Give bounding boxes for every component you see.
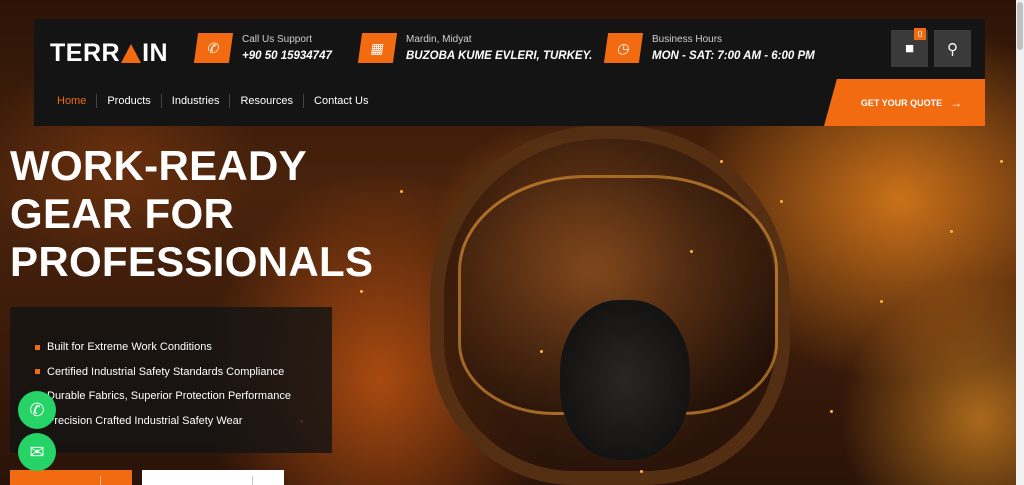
logo-text-right: IN bbox=[142, 39, 169, 67]
nav-item-home[interactable]: Home bbox=[57, 94, 96, 108]
whatsapp-float-button[interactable]: ✉ bbox=[18, 433, 56, 471]
location-info: ▦ Mardin, Midyat BUZOBA KUME EVLERI, TUR… bbox=[357, 33, 593, 63]
search-icon: ⚲ bbox=[947, 40, 958, 58]
hours-value: MON - SAT: 7:00 AM - 6:00 PM bbox=[652, 50, 815, 62]
quote-label: GET YOUR QUOTE bbox=[860, 97, 943, 108]
headline-line-2: GEAR FOR bbox=[10, 190, 235, 237]
main-nav: Home Products Industries Resources Conta… bbox=[57, 94, 378, 108]
location-label: Mardin, Midyat bbox=[406, 34, 472, 45]
hours-label: Business Hours bbox=[652, 34, 723, 45]
cta-divider bbox=[100, 476, 101, 485]
call-float-button[interactable]: ✆ bbox=[18, 391, 56, 429]
cart-count-badge: 0 bbox=[914, 28, 926, 40]
feature-text: Built for Extreme Work Conditions bbox=[47, 341, 212, 354]
feature-text: Certified Industrial Safety Standards Co… bbox=[47, 365, 285, 378]
bag-icon: ■ bbox=[904, 40, 915, 57]
logo[interactable]: TERR IN bbox=[50, 39, 168, 68]
phone-icon: ✆ bbox=[193, 33, 234, 63]
search-button[interactable]: ⚲ bbox=[934, 30, 971, 67]
hours-info: ◷ Business Hours MON - SAT: 7:00 AM - 6:… bbox=[603, 33, 815, 63]
primary-cta-button[interactable] bbox=[10, 470, 132, 485]
feature-item: Durable Fabrics, Superior Protection Per… bbox=[35, 384, 332, 409]
headline-line-1: WORK-READY bbox=[10, 142, 307, 189]
cta-divider bbox=[252, 476, 253, 485]
nav-item-contact[interactable]: Contact Us bbox=[303, 94, 378, 108]
nav-item-resources[interactable]: Resources bbox=[229, 94, 303, 108]
respirator-image bbox=[560, 300, 690, 460]
scrollbar-thumb[interactable] bbox=[1017, 2, 1023, 50]
get-quote-button[interactable]: GET YOUR QUOTE → bbox=[824, 79, 985, 126]
secondary-cta-button[interactable] bbox=[142, 470, 284, 485]
bullet-icon bbox=[35, 344, 40, 350]
scrollbar[interactable] bbox=[1016, 0, 1024, 485]
bullet-icon bbox=[35, 369, 40, 375]
hero-headline: WORK-READY GEAR FOR PROFESSIONALS bbox=[10, 142, 373, 286]
whatsapp-icon: ✉ bbox=[29, 441, 45, 462]
nav-item-products[interactable]: Products bbox=[96, 94, 160, 108]
feature-item: Certified Industrial Safety Standards Co… bbox=[35, 360, 332, 385]
feature-text: Durable Fabrics, Superior Protection Per… bbox=[47, 390, 291, 403]
arrow-right-icon: → bbox=[950, 95, 963, 110]
phone-icon: ✆ bbox=[29, 399, 45, 420]
logo-triangle-icon bbox=[121, 44, 142, 63]
headline-line-3: PROFESSIONALS bbox=[10, 238, 374, 285]
nav-item-industries[interactable]: Industries bbox=[160, 94, 230, 108]
logo-text-left: TERR bbox=[50, 39, 121, 67]
feature-item: Precision Crafted Industrial Safety Wear bbox=[35, 409, 332, 434]
location-address: BUZOBA KUME EVLERI, TURKEY. bbox=[406, 50, 593, 62]
feature-text: Precision Crafted Industrial Safety Wear bbox=[47, 414, 243, 427]
map-icon: ▦ bbox=[357, 33, 398, 63]
support-label: Call Us Support bbox=[242, 34, 313, 45]
clock-icon: ◷ bbox=[603, 33, 644, 63]
feature-list: Built for Extreme Work Conditions Certif… bbox=[10, 307, 332, 453]
support-phone: +90 50 15934747 bbox=[242, 50, 332, 62]
site-header: TERR IN ✆ Call Us Support +90 50 1593474… bbox=[34, 19, 985, 126]
support-info[interactable]: ✆ Call Us Support +90 50 15934747 bbox=[193, 33, 332, 63]
feature-item: Built for Extreme Work Conditions bbox=[35, 335, 332, 360]
cart-button[interactable]: ■ 0 bbox=[891, 28, 928, 67]
